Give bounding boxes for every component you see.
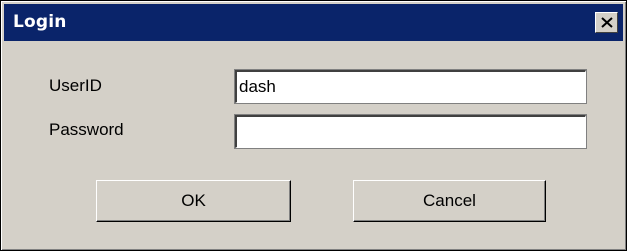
ok-button[interactable]: OK	[96, 180, 291, 222]
userid-label: UserID	[49, 76, 102, 95]
close-button[interactable]	[595, 12, 618, 33]
login-dialog: Login UserID Password OK Cancel	[0, 0, 627, 251]
cancel-button[interactable]: Cancel	[353, 180, 546, 222]
password-field[interactable]	[234, 114, 587, 149]
password-label: Password	[49, 120, 124, 139]
close-x-icon	[601, 17, 613, 28]
userid-field[interactable]	[234, 69, 587, 104]
dialog-title: Login	[13, 12, 67, 32]
title-bar[interactable]: Login	[4, 4, 623, 41]
